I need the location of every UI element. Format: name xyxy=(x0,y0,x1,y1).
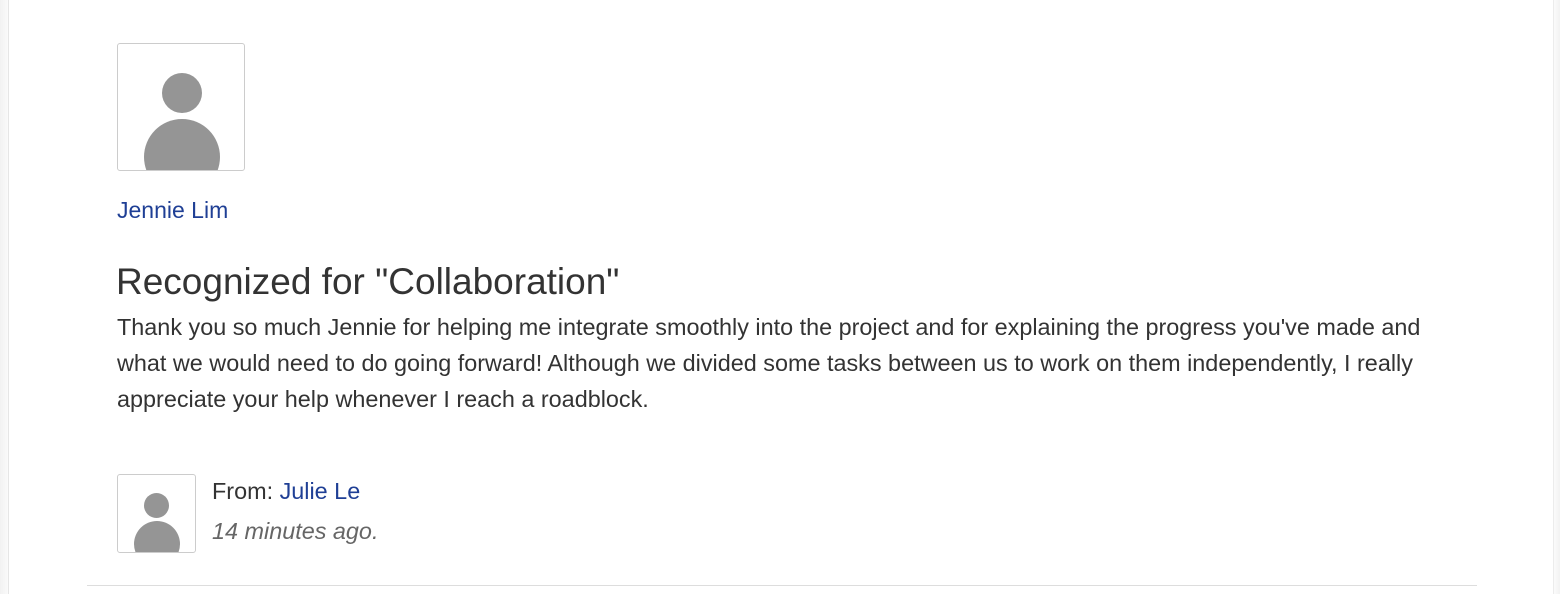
timestamp: 14 minutes ago. xyxy=(212,518,379,544)
recipient-name-link[interactable]: Jennie Lim xyxy=(117,197,228,224)
recognition-title: Recognized for "Collaboration" xyxy=(116,261,620,302)
recognition-message: Thank you so much Jennie for helping me … xyxy=(117,314,1421,412)
user-silhouette-body xyxy=(134,521,180,552)
from-line: From: Julie Le xyxy=(212,478,360,505)
from-label: From: xyxy=(212,478,274,504)
divider xyxy=(87,585,1477,586)
sender-avatar[interactable] xyxy=(117,474,196,553)
left-page-edge xyxy=(0,0,9,594)
recognition-card: Jennie Lim Recognized for "Collaboration… xyxy=(0,0,1560,594)
recipient-avatar[interactable] xyxy=(117,43,245,171)
user-silhouette-icon xyxy=(144,493,169,518)
right-page-edge xyxy=(1553,0,1560,594)
user-silhouette-body xyxy=(144,119,220,170)
user-silhouette-icon xyxy=(162,73,202,113)
sender-name-link[interactable]: Julie Le xyxy=(280,478,361,504)
